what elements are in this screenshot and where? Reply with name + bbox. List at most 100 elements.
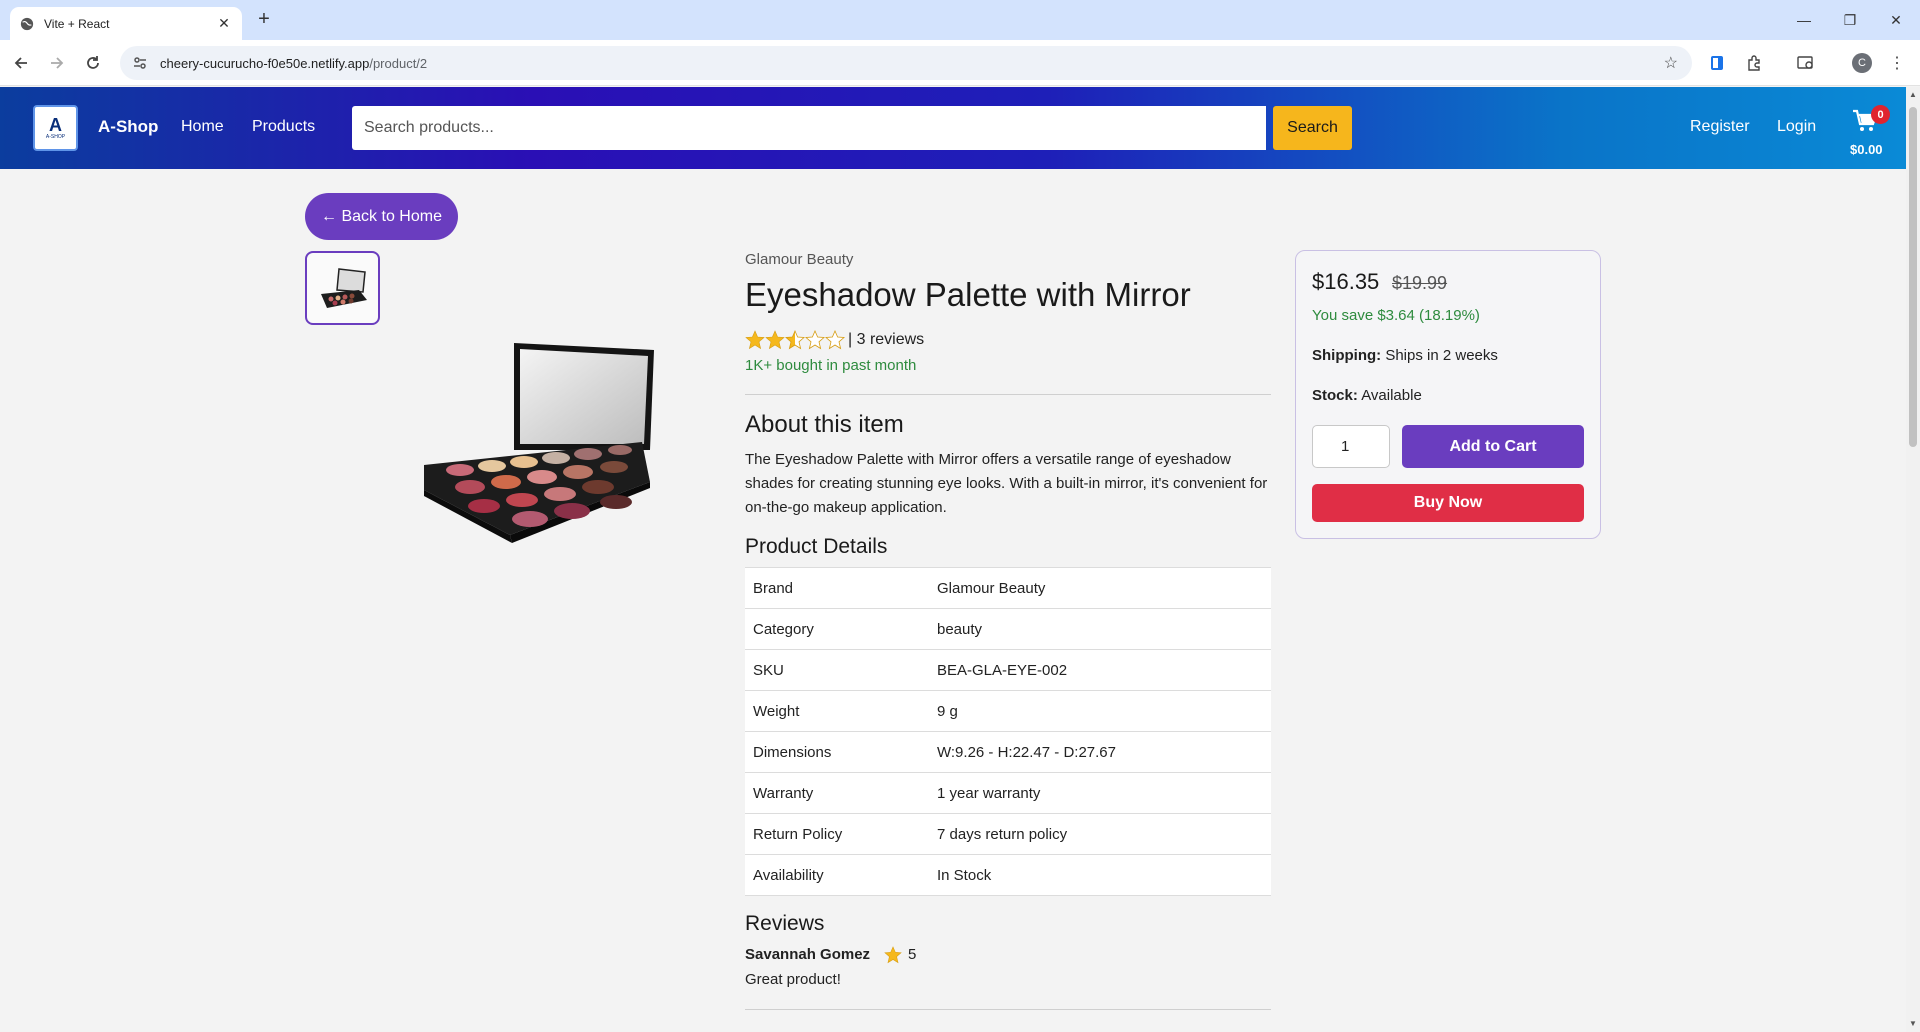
- detail-value: W:9.26 - H:22.47 - D:27.67: [929, 731, 1271, 773]
- detail-key: SKU: [745, 649, 929, 691]
- shipping-info: Shipping: Ships in 2 weeks: [1312, 347, 1498, 364]
- review-author: Savannah Gomez: [745, 946, 871, 963]
- product-brand[interactable]: Glamour Beauty: [745, 251, 853, 268]
- cart-total: $0.00: [1850, 142, 1883, 157]
- brand-name[interactable]: A-Shop: [98, 117, 158, 137]
- scroll-down-icon[interactable]: ▼: [1908, 1019, 1918, 1029]
- page-scrollbar[interactable]: ▲ ▼: [1906, 87, 1920, 1032]
- logo-subtext: A-SHOP: [45, 134, 66, 140]
- extensions-icon[interactable]: [1743, 52, 1765, 74]
- detail-value: 9 g: [929, 690, 1271, 732]
- add-to-cart-button[interactable]: Add to Cart: [1402, 425, 1584, 468]
- review-text: Great product!: [745, 971, 841, 988]
- tab-search-icon[interactable]: [1795, 52, 1817, 74]
- scroll-up-icon[interactable]: ▲: [1908, 90, 1918, 100]
- reviews-count[interactable]: | 3 reviews: [848, 331, 924, 349]
- stock-label: Stock:: [1312, 387, 1358, 404]
- profile-avatar[interactable]: C: [1852, 53, 1872, 73]
- details-table: Brand Glamour Beauty Category beauty SKU BE…: [745, 567, 1271, 896]
- table-row: Dimensions W:9.26 - H:22.47 - D:27.67: [745, 731, 1271, 773]
- tab-close-icon[interactable]: ✕: [216, 15, 232, 32]
- divider: [745, 394, 1271, 395]
- detail-key: Weight: [745, 690, 929, 732]
- detail-value: In Stock: [929, 854, 1271, 896]
- search-input[interactable]: [352, 106, 1266, 150]
- stock-value: Available: [1361, 387, 1422, 404]
- quantity-input[interactable]: [1312, 425, 1390, 468]
- detail-key: Dimensions: [745, 731, 929, 773]
- table-row: Availability In Stock: [745, 854, 1271, 896]
- review-rating: 5: [908, 946, 917, 963]
- table-row: Warranty 1 year warranty: [745, 772, 1271, 814]
- tab-title: Vite + React: [44, 16, 110, 31]
- site-header: A A-SHOP A-Shop Home Products Search Reg…: [0, 87, 1906, 169]
- star-full-icon: [765, 330, 785, 350]
- stock-info: Stock: Available: [1312, 387, 1422, 404]
- detail-key: Category: [745, 608, 929, 650]
- reviews-title: Reviews: [745, 912, 825, 935]
- shipping-value: Ships in 2 weeks: [1385, 347, 1498, 364]
- bookmark-star-icon[interactable]: ☆: [1664, 53, 1678, 73]
- detail-value: 1 year warranty: [929, 772, 1271, 814]
- detail-key: Return Policy: [745, 813, 929, 855]
- product-thumbnail[interactable]: [305, 251, 380, 325]
- buy-now-button[interactable]: Buy Now: [1312, 484, 1584, 522]
- buy-box: $16.35 $19.99 You save $3.64 (18.19%) Sh…: [1295, 250, 1601, 539]
- details-title: Product Details: [745, 535, 888, 558]
- search-button[interactable]: Search: [1273, 106, 1352, 150]
- reading-mode-icon[interactable]: [1706, 52, 1728, 74]
- table-row: Brand Glamour Beauty: [745, 567, 1271, 609]
- address-bar[interactable]: cheery-cucurucho-f0e50e.netlify.app/prod…: [120, 46, 1692, 80]
- star-empty-icon: [825, 330, 845, 350]
- star-rating: [745, 329, 845, 351]
- detail-key: Warranty: [745, 772, 929, 814]
- cart-count-badge: 0: [1871, 105, 1890, 124]
- window-close-icon[interactable]: ✕: [1874, 0, 1918, 40]
- nav-products[interactable]: Products: [252, 118, 315, 136]
- detail-value: beauty: [929, 608, 1271, 650]
- price: $16.35: [1312, 269, 1380, 294]
- detail-key: Brand: [745, 567, 929, 609]
- browser-menu-icon[interactable]: ⋮: [1886, 52, 1908, 74]
- shipping-label: Shipping:: [1312, 347, 1382, 364]
- globe-icon: [20, 17, 34, 30]
- login-link[interactable]: Login: [1777, 118, 1816, 136]
- logo-letter: A: [49, 115, 62, 135]
- nav-home[interactable]: Home: [181, 118, 224, 136]
- product-main-image: [424, 343, 654, 543]
- divider: [745, 1009, 1271, 1010]
- bought-count: 1K+ bought in past month: [745, 357, 917, 374]
- browser-toolbar: cheery-cucurucho-f0e50e.netlify.app/prod…: [0, 40, 1920, 86]
- url-path: /product/2: [369, 55, 428, 71]
- star-icon: [884, 946, 902, 964]
- browser-tab[interactable]: Vite + React ✕: [10, 7, 242, 40]
- site-logo[interactable]: A A-SHOP: [33, 105, 78, 151]
- restore-icon[interactable]: ❐: [1828, 0, 1872, 40]
- star-empty-icon: [805, 330, 825, 350]
- detail-value: 7 days return policy: [929, 813, 1271, 855]
- forward-arrow-icon[interactable]: [46, 52, 68, 74]
- product-title: Eyeshadow Palette with Mirror: [745, 276, 1191, 313]
- detail-value: BEA-GLA-EYE-002: [929, 649, 1271, 691]
- back-arrow-icon[interactable]: [10, 52, 32, 74]
- reload-icon[interactable]: [82, 52, 104, 74]
- detail-value: Glamour Beauty: [929, 567, 1271, 609]
- url-host: cheery-cucurucho-f0e50e.netlify.app: [160, 55, 370, 71]
- star-full-icon: [745, 330, 765, 350]
- scrollbar-thumb[interactable]: [1909, 107, 1917, 447]
- table-row: SKU BEA-GLA-EYE-002: [745, 649, 1271, 691]
- old-price: $19.99: [1392, 273, 1448, 293]
- minimize-icon[interactable]: —: [1782, 0, 1826, 40]
- new-tab-icon[interactable]: +: [254, 9, 274, 29]
- about-text: The Eyeshadow Palette with Mirror offers…: [745, 451, 1268, 516]
- register-link[interactable]: Register: [1690, 118, 1750, 136]
- table-row: Category beauty: [745, 608, 1271, 650]
- table-row: Return Policy 7 days return policy: [745, 813, 1271, 855]
- table-row: Weight 9 g: [745, 690, 1271, 732]
- back-to-home-button[interactable]: ← Back to Home: [305, 193, 458, 240]
- about-title: About this item: [745, 411, 904, 438]
- detail-key: Availability: [745, 854, 929, 896]
- site-info-icon[interactable]: [132, 55, 148, 71]
- palette-thumbnail-image: [320, 268, 367, 308]
- star-half-icon: [785, 330, 805, 350]
